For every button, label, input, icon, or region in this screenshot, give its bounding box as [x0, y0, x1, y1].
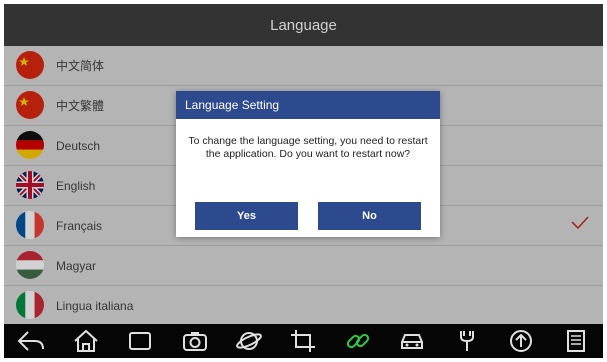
device-screen: Language 中文简体 中文繁體 Deutsch English Franç… [4, 4, 603, 358]
window-icon[interactable] [122, 326, 158, 356]
link-icon[interactable] [340, 326, 376, 356]
dialog-title: Language Setting [176, 91, 440, 119]
yes-button[interactable]: Yes [195, 202, 298, 230]
page-title: Language [270, 16, 337, 34]
browser-icon[interactable] [231, 326, 267, 356]
no-button[interactable]: No [318, 202, 421, 230]
home-icon[interactable] [68, 326, 104, 356]
camera-icon[interactable] [177, 326, 213, 356]
bottom-toolbar [4, 324, 603, 358]
back-icon[interactable] [13, 326, 49, 356]
crop-icon[interactable] [285, 326, 321, 356]
language-setting-dialog: Language Setting To change the language … [176, 91, 440, 237]
wrench-icon[interactable] [449, 326, 485, 356]
document-icon[interactable] [558, 326, 594, 356]
header-bar: Language [4, 4, 603, 46]
dialog-message: To change the language setting, you need… [188, 135, 428, 160]
upload-icon[interactable] [503, 326, 539, 356]
car-icon[interactable] [394, 326, 430, 356]
